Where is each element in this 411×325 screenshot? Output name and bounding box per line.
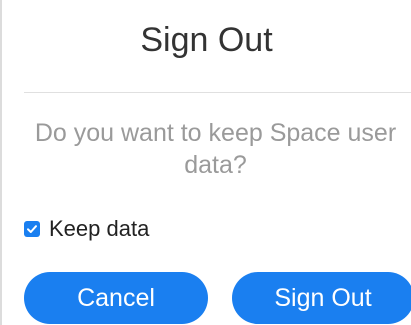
keep-data-checkbox[interactable] <box>24 221 40 237</box>
cancel-button[interactable]: Cancel <box>24 272 208 324</box>
title-divider <box>24 92 411 93</box>
dialog-message: Do you want to keep Space user data? <box>34 119 397 179</box>
checkmark-icon <box>27 225 37 233</box>
keep-data-option[interactable]: Keep data <box>24 216 149 242</box>
sign-out-dialog: Sign Out Do you want to keep Space user … <box>0 0 411 325</box>
keep-data-label: Keep data <box>49 216 150 241</box>
dialog-title: Sign Out <box>140 21 273 59</box>
sign-out-button[interactable]: Sign Out <box>232 272 411 324</box>
